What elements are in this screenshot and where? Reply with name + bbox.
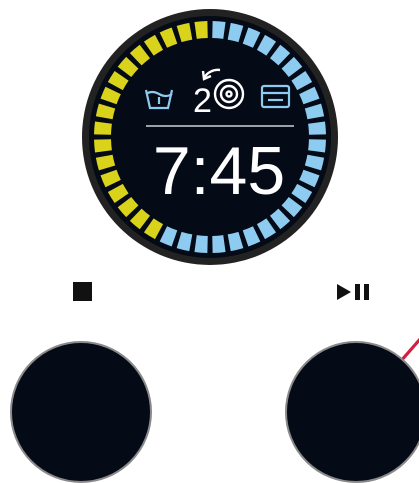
progress-segment-remaining [212,235,226,253]
progress-segment-remaining [308,139,326,153]
appliance-panel: 2 7:45 [0,0,419,483]
progress-segment-remaining [308,121,326,135]
play-pause-button[interactable] [285,341,419,483]
program-number: 2 [193,82,212,120]
stop-label [73,282,95,304]
progress-segment-done [94,139,112,153]
stop-icon [73,282,92,301]
progress-segment-done [94,121,112,135]
progress-segment-done [194,21,208,39]
stop-button[interactable] [10,341,152,483]
time-remaining: 7:45 [153,133,285,209]
play-pause-icon [337,284,369,300]
progress-segment-remaining [194,235,208,253]
play-pause-label [335,282,375,304]
progress-segment-remaining [212,21,226,39]
